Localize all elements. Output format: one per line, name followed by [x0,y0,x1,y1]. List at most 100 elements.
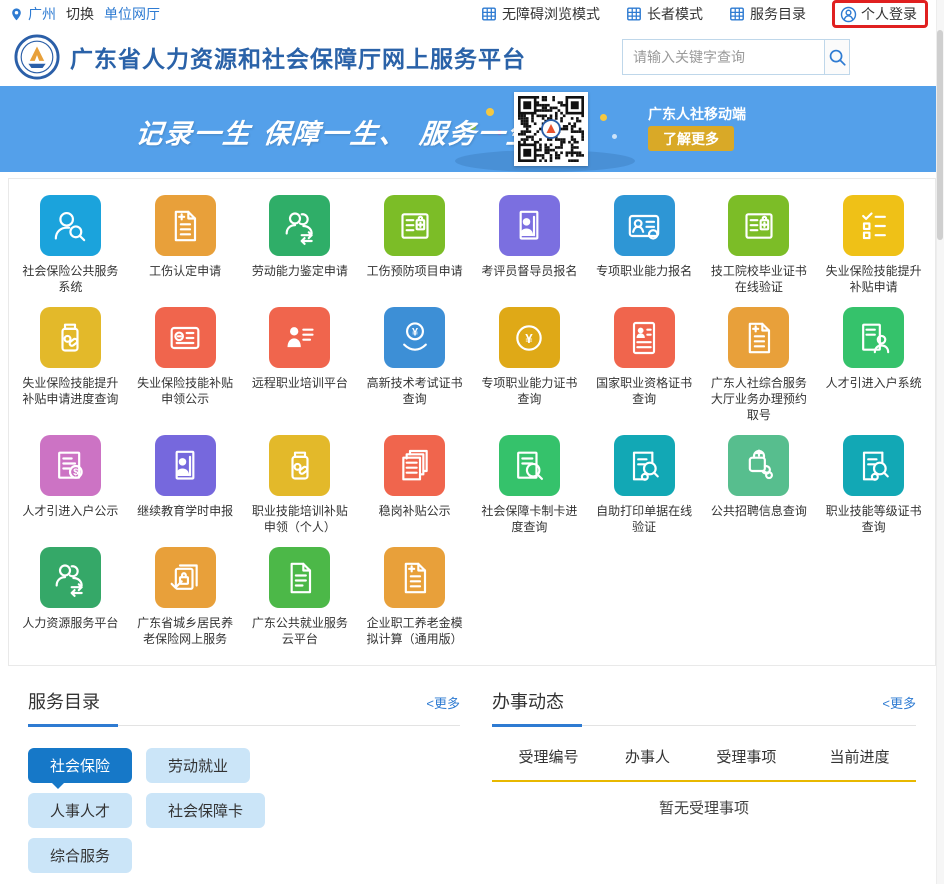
service-catalog-title: 服务目录 [28,688,100,714]
resume-icon [614,307,675,368]
service-item[interactable]: 专项职业能力证书查询 [472,307,587,423]
service-catalog-more-link[interactable]: <更多 [426,693,460,712]
service-item-label: 自助打印单据在线验证 [593,503,696,535]
accessibility-label: 无障碍浏览模式 [502,4,600,24]
work-status-title: 办事动态 [492,688,564,714]
service-item-label: 广东省城乡居民养老保险网上服务 [134,615,237,647]
site-logo-icon [14,34,60,80]
service-item[interactable]: 高新技术考试证书查询 [357,307,472,423]
service-item[interactable]: 公共招聘信息查询 [702,435,817,535]
service-item[interactable]: 考评员督导员报名 [472,195,587,295]
service-item[interactable]: 人才引进入户系统 [816,307,931,423]
doc-search-si-icon [843,435,904,496]
service-item[interactable]: 失业保险技能补贴申领公示 [128,307,243,423]
service-item[interactable]: 技工院校毕业证书在线验证 [702,195,817,295]
doc-plus-icon [384,547,445,608]
service-directory-label: 服务目录 [750,4,806,24]
service-item-label: 失业保险技能提升补贴申请 [822,263,925,295]
card-badge-icon [384,195,445,256]
vertical-scrollbar[interactable] [936,0,944,884]
work-status-header: 办事动态 <更多 [492,688,916,726]
work-status-empty-text: 暂无受理事项 [492,781,916,818]
service-item[interactable]: 远程职业培训平台 [243,307,358,423]
service-item[interactable]: 人力资源服务平台 [13,547,128,647]
service-item[interactable]: 社会保险公共服务系统 [13,195,128,295]
service-item[interactable]: 工伤预防项目申请 [357,195,472,295]
id-card-icon [614,195,675,256]
user-circle-icon [840,6,857,23]
banner-decoration [600,114,607,121]
service-item[interactable]: 企业职工养老金模拟计算（通用版） [357,547,472,647]
work-status-panel: 办事动态 <更多 受理编号办事人受理事项当前进度 暂无受理事项 [492,688,916,884]
card-si-icon [155,307,216,368]
yen-hand-icon [384,307,445,368]
catalog-tab[interactable]: 劳动就业 [146,748,250,783]
service-item[interactable]: 职业技能培训补贴申领（个人） [243,435,358,535]
service-item[interactable]: 继续教育学时申报 [128,435,243,535]
services-card: 社会保险公共服务系统工伤认定申请劳动能力鉴定申请工伤预防项目申请考评员督导员报名… [8,178,936,666]
learn-more-button[interactable]: 了解更多 [648,126,734,151]
service-item-label: 劳动能力鉴定申请 [249,263,352,279]
bottle-icon [40,307,101,368]
catalog-tab[interactable]: 社会保障卡 [146,793,265,828]
catalog-tab[interactable]: 综合服务 [28,838,132,873]
catalog-tab[interactable]: 社会保险 [28,748,132,783]
doc-plus-icon [728,307,789,368]
service-item[interactable]: 劳动能力鉴定申请 [243,195,358,295]
city-label: 广州 [28,4,56,24]
switch-city-link[interactable]: 切换 [66,4,94,24]
service-item-label: 工伤认定申请 [134,263,237,279]
search-input[interactable] [623,40,824,74]
person-list-icon [269,307,330,368]
service-item[interactable]: 失业保险技能提升补贴申请进度查询 [13,307,128,423]
service-catalog-header: 服务目录 <更多 [28,688,460,726]
elder-mode-label: 长者模式 [647,4,703,24]
service-item-label: 专项职业能力报名 [593,263,696,279]
service-item[interactable]: 专项职业能力报名 [587,195,702,295]
service-item-label: 失业保险技能补贴申领公示 [134,375,237,407]
service-item[interactable]: 稳岗补贴公示 [357,435,472,535]
service-item[interactable]: 广东人社综合服务大厅业务办理预约取号 [702,307,817,423]
personal-login-button[interactable]: 个人登录 [832,0,928,28]
service-directory-link[interactable]: 服务目录 [729,4,806,24]
service-item[interactable]: 失业保险技能提升补贴申请 [816,195,931,295]
service-item[interactable]: 广东省城乡居民养老保险网上服务 [128,547,243,647]
unit-hall-link[interactable]: 单位网厅 [104,4,160,24]
checklist-icon [843,195,904,256]
service-item-label: 技工院校毕业证书在线验证 [708,263,811,295]
work-status-header-row: 受理编号办事人受理事项当前进度 [492,746,916,781]
scrollbar-thumb[interactable] [937,30,943,240]
doc-search-si-icon [614,435,675,496]
elder-mode-link[interactable]: 长者模式 [626,4,703,24]
search-button[interactable] [824,40,849,74]
service-item-label: 人才引进入户公示 [19,503,122,519]
person-doc-icon [499,195,560,256]
site-header: 广东省人力资源和社会保障厅网上服务平台 [0,28,944,86]
service-item-label: 考评员督导员报名 [478,263,581,279]
people-arrows-icon [40,547,101,608]
service-item[interactable]: 国家职业资格证书查询 [587,307,702,423]
work-status-table: 受理编号办事人受理事项当前进度 暂无受理事项 [492,746,916,818]
grid-icon [626,6,642,22]
catalog-tab[interactable]: 人事人才 [28,793,132,828]
service-item-label: 社会保障卡制卡进度查询 [478,503,581,535]
service-item-label: 失业保险技能提升补贴申请进度查询 [19,375,122,407]
service-item[interactable]: 自助打印单据在线验证 [587,435,702,535]
banner-slogan: 记录一生 保障一生、 服务一生 [134,112,538,151]
work-status-more-link[interactable]: <更多 [882,693,916,712]
accessibility-mode-link[interactable]: 无障碍浏览模式 [481,4,600,24]
service-item[interactable]: 工伤认定申请 [128,195,243,295]
cards-check-icon [155,547,216,608]
doc-person-icon [843,307,904,368]
city-selector[interactable]: 广州 [10,4,56,24]
service-item-label: 远程职业培训平台 [249,375,352,391]
service-item[interactable]: 职业技能等级证书查询 [816,435,931,535]
promo-banner: 记录一生 保障一生、 服务一生 广东人社移动端 了解更多 [0,86,936,172]
search-icon [828,48,847,67]
service-item-label: 人才引进入户系统 [822,375,925,391]
service-item[interactable]: 社会保障卡制卡进度查询 [472,435,587,535]
service-item[interactable]: 广东公共就业服务云平台 [243,547,358,647]
grid-icon [729,6,745,22]
service-item[interactable]: 人才引进入户公示 [13,435,128,535]
topbar: 广州 切换 单位网厅 无障碍浏览模式 长者模式 服务目录 个人登录 [0,0,944,28]
